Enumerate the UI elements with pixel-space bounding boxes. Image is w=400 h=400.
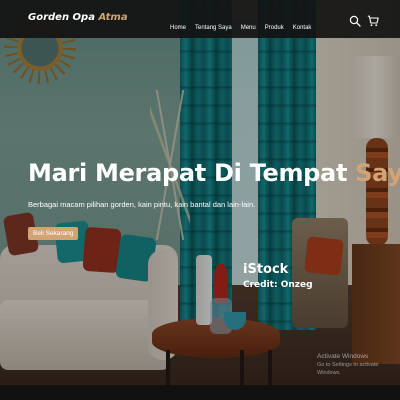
nav-link-tentang-saya[interactable]: Tentang Saya (195, 25, 232, 31)
image-credit: iStock Credit: Onzeg (243, 262, 313, 292)
credit-source: iStock (243, 262, 289, 277)
hero-content: Mari Merapat Di Tempat Saya Berbagai mac… (28, 158, 400, 209)
watermark-subtitle: Go to Settings to activate Windows. (317, 362, 379, 376)
search-icon[interactable] (349, 12, 361, 27)
brand-logo[interactable]: Gorden Opa Atma (28, 12, 128, 23)
hero-title-accent: Saya (355, 159, 400, 187)
nav-icons (349, 12, 379, 27)
landing-page: Gorden Opa Atma Home Tentang Saya Menu P… (0, 0, 400, 400)
nav-item-tentang-saya: Tentang Saya (195, 14, 232, 33)
bottom-strip (0, 385, 400, 400)
nav-link-produk[interactable]: Produk (265, 25, 284, 31)
brand-accent: Atma (98, 12, 128, 23)
brand-name: Gorden Opa (28, 12, 99, 23)
hero-title: Mari Merapat Di Tempat Saya (28, 158, 400, 188)
cart-icon[interactable] (367, 12, 379, 27)
hero-subtitle: Berbagai macam pilihan gorden, kain pint… (28, 200, 256, 209)
nav-link-home[interactable]: Home (170, 25, 186, 31)
nav-item-kontak: Kontak (293, 14, 312, 33)
navbar: Gorden Opa Atma Home Tentang Saya Menu P… (0, 0, 400, 38)
watermark-title: Activate Windows (317, 353, 369, 360)
nav-item-menu: Menu (241, 14, 256, 33)
buy-now-button[interactable]: Beli Sekarang (28, 227, 79, 240)
nav-item-home: Home (170, 14, 186, 33)
nav-menu: Home Tentang Saya Menu Produk Kontak (170, 14, 311, 33)
nav-link-menu[interactable]: Menu (241, 25, 256, 31)
hero-title-main: Mari Merapat Di Tempat (28, 159, 356, 187)
windows-activation-watermark: Activate Windows Go to Settings to activ… (317, 352, 400, 377)
nav-item-produk: Produk (265, 14, 284, 33)
credit-author: Credit: Onzeg (243, 280, 313, 290)
nav-link-kontak[interactable]: Kontak (293, 25, 312, 31)
